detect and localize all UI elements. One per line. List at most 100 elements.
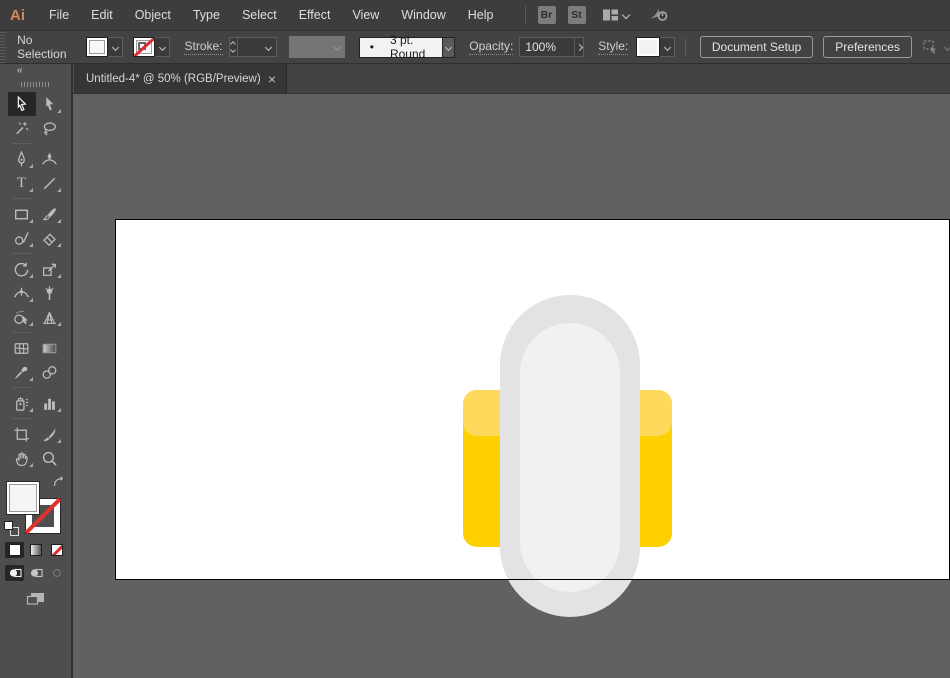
menu-help[interactable]: Help [457,8,505,22]
color-button[interactable] [5,542,24,558]
draw-inside-button[interactable] [47,565,66,581]
opacity-label[interactable]: Opacity: [469,39,513,55]
fill-color-swatch[interactable] [86,37,108,57]
control-bar-grip[interactable] [0,31,5,63]
canvas-viewport[interactable] [73,94,950,678]
stroke-weight-label[interactable]: Stroke: [184,39,222,55]
width-profile-dropdown [289,36,345,58]
blend-icon [40,363,59,382]
menu-view[interactable]: View [341,8,390,22]
brush-definition-value[interactable]: • 3 pt. Round [359,37,443,58]
menu-select[interactable]: Select [231,8,288,22]
tools-grid: T [8,92,64,470]
draw-behind-button[interactable] [26,565,45,581]
slice-tool[interactable] [36,422,64,446]
stroke-weight-dropdown[interactable] [238,37,277,57]
line-segment-tool[interactable] [36,171,64,195]
artboard-tool[interactable] [8,422,36,446]
eyedropper-tool[interactable] [8,360,36,384]
paintbrush-tool[interactable] [36,202,64,226]
stroke-color-control[interactable] [133,37,170,57]
slice-icon [40,425,59,444]
color-controls [0,476,72,538]
swap-fill-stroke-icon[interactable] [52,476,66,494]
hand-tool[interactable] [8,446,36,470]
opacity-input[interactable] [519,37,575,57]
graphic-style-dropdown[interactable] [660,37,675,57]
direct-selection-tool[interactable] [36,92,64,116]
stock-button[interactable]: St [568,6,586,24]
stroke-color-dropdown[interactable] [155,37,170,57]
column-graph-tool[interactable] [36,391,64,415]
menu-effect[interactable]: Effect [288,8,342,22]
perspective-grid-tool[interactable] [36,305,64,329]
menu-window[interactable]: Window [390,8,456,22]
zoom-tool[interactable] [36,446,64,470]
menu-type[interactable]: Type [182,8,231,22]
color-type-buttons [5,542,66,558]
screen-mode-button[interactable] [24,590,48,613]
fill-swatch[interactable] [6,481,40,515]
hand-icon [12,449,31,468]
draw-normal-button[interactable] [5,565,24,581]
mesh-tool[interactable] [8,336,36,360]
scale-tool[interactable] [36,257,64,281]
fill-color-control[interactable] [86,37,123,57]
menu-edit[interactable]: Edit [80,8,124,22]
gradient-icon [40,339,59,358]
workspace-switcher-icon[interactable] [602,8,619,22]
curvature-tool[interactable] [36,147,64,171]
symbol-sprayer-icon [12,394,31,413]
fill-color-dropdown[interactable] [108,37,123,57]
preferences-button[interactable]: Preferences [823,36,912,58]
selection-tool[interactable] [8,92,36,116]
puppet-warp-icon [40,284,59,303]
pen-tool[interactable] [8,147,36,171]
gpu-performance-icon[interactable] [647,6,669,24]
tools-panel-grip[interactable] [21,82,51,87]
tab-close-icon[interactable]: × [268,72,276,86]
stroke-weight-stepper[interactable] [229,37,238,57]
bridge-button[interactable]: Br [538,6,556,24]
graphic-style-control[interactable] [636,37,675,57]
type-tool[interactable]: T [8,171,36,195]
direct-selection-icon [40,95,59,114]
width-tool[interactable] [8,281,36,305]
rectangle-tool[interactable] [8,202,36,226]
menu-object[interactable]: Object [124,8,182,22]
stepper-down-icon[interactable] [230,47,236,53]
selection-status: No Selection [17,33,66,61]
workspace-chevron-icon[interactable] [621,11,629,19]
app-logo: Ai [0,7,38,24]
screen-mode-icon [24,590,48,608]
none-button[interactable] [47,542,66,558]
shape-builder-tool[interactable] [8,305,36,329]
brush-definition-control[interactable]: • 3 pt. Round [359,37,456,58]
default-fill-stroke-icon[interactable] [4,521,19,536]
magic-wand-tool[interactable] [8,116,36,140]
perspective-grid-icon [40,308,59,327]
blend-tool[interactable] [36,360,64,384]
width-icon [12,284,31,303]
shaper-tool[interactable] [8,226,36,250]
puppet-warp-tool[interactable] [36,281,64,305]
document-setup-button[interactable]: Document Setup [700,36,813,58]
artwork-capsule-inner[interactable] [520,323,620,592]
menubar-divider [525,6,526,24]
gradient-tool[interactable] [36,336,64,360]
tools-panel-collapse-button[interactable]: « [0,64,71,79]
lasso-tool[interactable] [36,116,64,140]
menu-file[interactable]: File [38,8,80,22]
graphic-style-swatch[interactable] [636,37,660,57]
stroke-color-swatch[interactable] [133,37,155,57]
brush-definition-dropdown[interactable] [443,37,456,58]
gradient-button[interactable] [26,542,45,558]
stepper-up-icon[interactable] [230,41,236,47]
symbol-sprayer-tool[interactable] [8,391,36,415]
opacity-expand-button[interactable] [575,37,584,57]
eraser-tool[interactable] [36,226,64,250]
eraser-icon [40,229,59,248]
rotate-tool[interactable] [8,257,36,281]
shaper-icon [12,229,31,248]
document-tab[interactable]: Untitled-4* @ 50% (RGB/Preview) × [73,64,287,93]
